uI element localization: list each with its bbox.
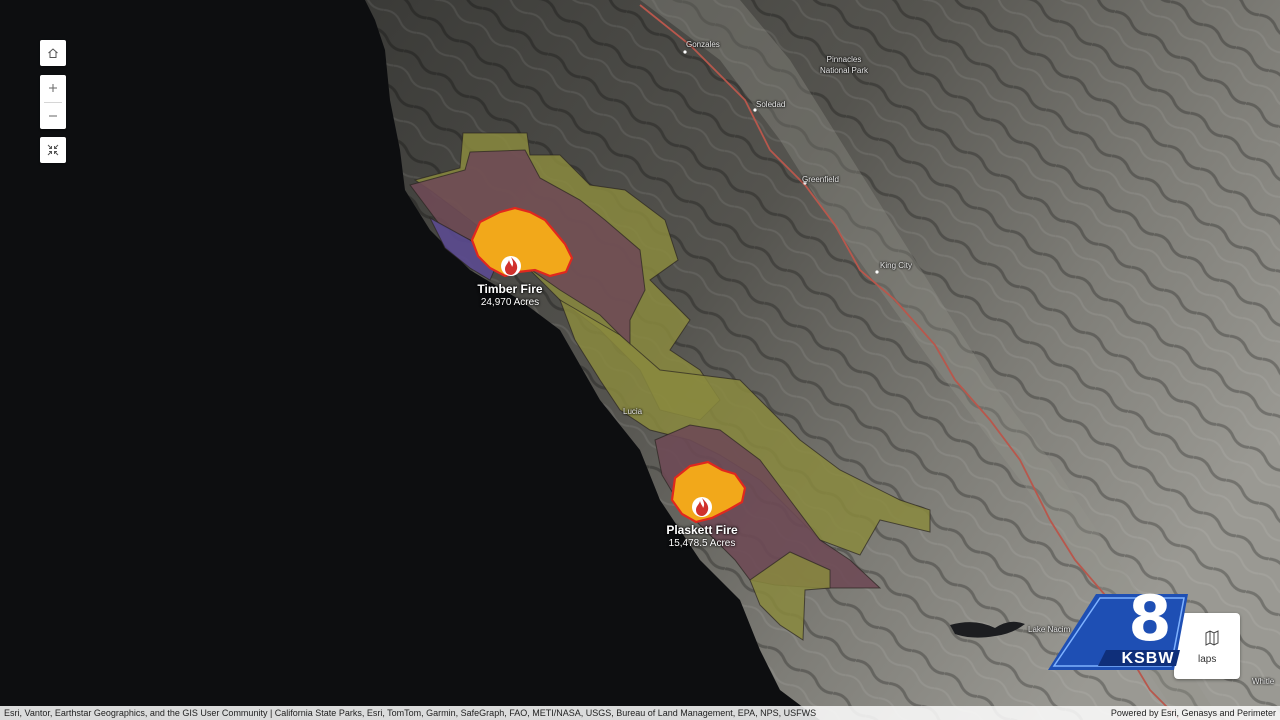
place-dot (875, 270, 879, 274)
fire-icon[interactable] (501, 256, 521, 276)
basemap-toggle-label: laps (1198, 654, 1217, 665)
place-label-pinnacles: Pinnacles National Park (819, 55, 869, 75)
place-label-soledad: Soledad (756, 100, 786, 109)
place-label-whitley: Whitle (1252, 677, 1275, 686)
collapse-button[interactable] (40, 137, 66, 163)
home-icon (48, 48, 58, 58)
fire-name-label[interactable]: Timber Fire (477, 282, 542, 296)
place-dot (683, 50, 687, 54)
place-label-king-city: King City (880, 261, 913, 270)
powered-by-link[interactable]: Powered by Esri, Genasys and Perimeter (1111, 706, 1276, 720)
place-label-lucia: Lucia (623, 407, 643, 416)
logo-number: 8 (1128, 582, 1172, 655)
collapse-icon (47, 144, 59, 156)
fire-name-label[interactable]: Plaskett Fire (666, 523, 737, 537)
fire-icon[interactable] (692, 497, 712, 517)
attribution-text: Esri, Vantor, Earthstar Geographics, and… (4, 708, 817, 718)
map-icon (1205, 630, 1219, 646)
attribution-bar: Esri, Vantor, Earthstar Geographics, and… (0, 706, 1280, 720)
fire-acres-label: 24,970 Acres (480, 297, 540, 308)
fire-acres-label: 15,478.5 Acres (668, 538, 736, 549)
place-label-greenfield: Greenfield (802, 175, 839, 184)
map-viewer[interactable]: Gonzales Pinnacles National Park Soledad… (0, 0, 1280, 720)
plus-icon (49, 84, 57, 93)
home-button[interactable] (40, 40, 66, 66)
zoom-controls (40, 75, 66, 129)
minus-icon (49, 115, 57, 117)
zoom-out-button[interactable] (40, 103, 66, 130)
logo-text: KSBW (1121, 650, 1175, 667)
place-label-gonzales: Gonzales (686, 40, 720, 49)
zoom-in-button[interactable] (40, 75, 66, 102)
